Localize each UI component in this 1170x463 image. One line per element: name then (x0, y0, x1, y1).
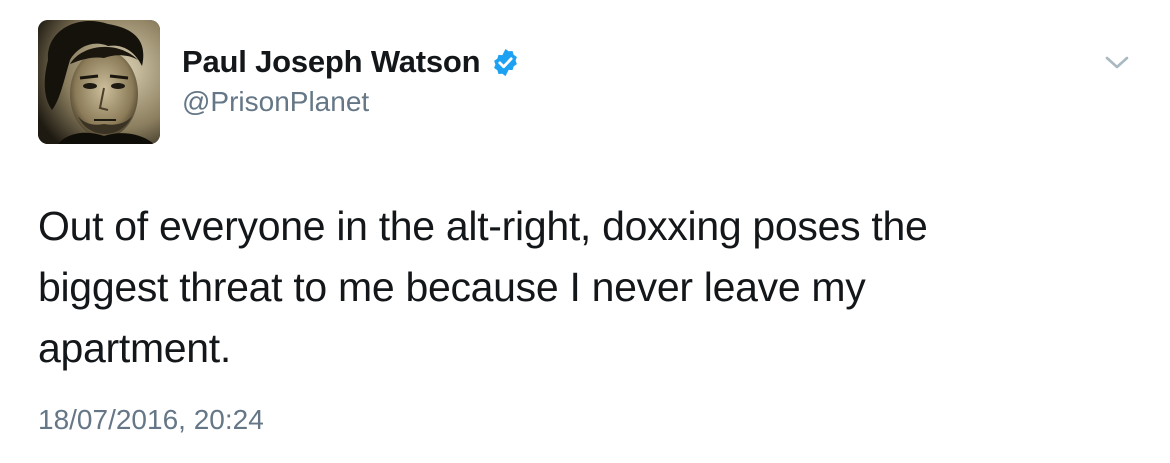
avatar-photo (38, 20, 160, 144)
tweet-timestamp[interactable]: 18/07/2016, 20:24 (38, 404, 264, 436)
chevron-down-icon[interactable] (1104, 54, 1130, 72)
avatar[interactable] (38, 20, 160, 144)
tweet-card: Paul Joseph Watson @PrisonPlanet Out of … (0, 0, 1170, 463)
tweet-text: Out of everyone in the alt-right, doxxin… (38, 203, 928, 371)
author-display-name[interactable]: Paul Joseph Watson (182, 44, 481, 80)
author-row: Paul Joseph Watson (182, 44, 521, 80)
author-handle[interactable]: @PrisonPlanet (182, 86, 369, 118)
verified-badge-icon (490, 47, 521, 78)
